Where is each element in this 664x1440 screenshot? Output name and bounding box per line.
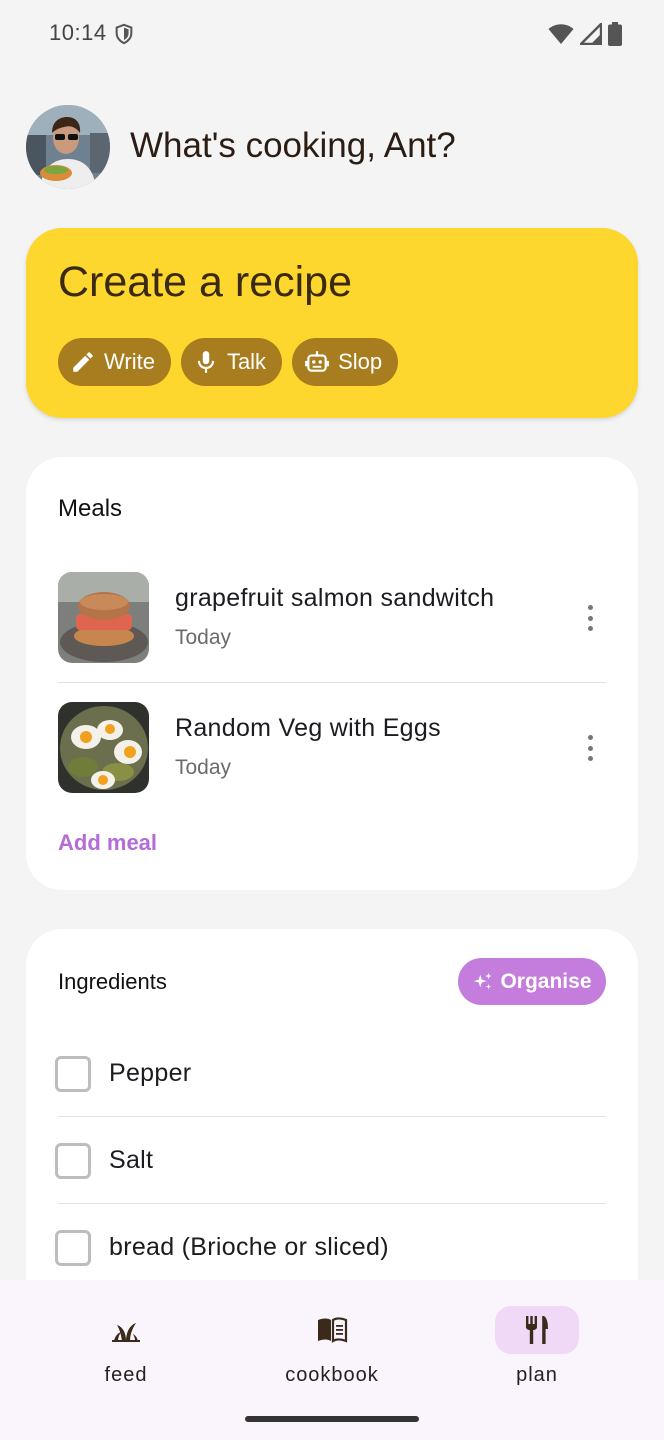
add-meal-button[interactable]: Add meal xyxy=(58,830,157,856)
ingredient-label: bread (Brioche or sliced) xyxy=(109,1233,389,1261)
create-recipe-title: Create a recipe xyxy=(58,258,352,306)
nav-feed-label: feed xyxy=(104,1364,148,1386)
slop-label: Slop xyxy=(338,349,383,374)
microphone-icon xyxy=(197,351,215,373)
meal-item[interactable]: grapefruit salmon sandwitch Today xyxy=(58,572,606,664)
ingredient-item[interactable]: Pepper xyxy=(54,1047,606,1107)
status-time: 10:14 xyxy=(49,20,107,45)
sparkle-icon xyxy=(474,972,493,989)
signal-icon xyxy=(580,23,602,45)
meal-name: grapefruit salmon sandwitch xyxy=(175,584,495,612)
status-bar: 10:14 xyxy=(0,0,664,68)
nav-plan-label: plan xyxy=(516,1364,558,1386)
app-screen: 10:14 What's cooking, Ant? Create a reci… xyxy=(0,0,664,1440)
divider xyxy=(58,682,606,683)
ingredient-label: Pepper xyxy=(109,1059,192,1087)
meals-heading: Meals xyxy=(58,495,123,522)
talk-button[interactable]: Talk xyxy=(180,338,283,386)
create-actions: Write Talk Slop xyxy=(58,338,399,386)
divider xyxy=(58,1116,606,1117)
fork-knife-icon xyxy=(526,1316,548,1344)
nav-plan-pill xyxy=(495,1306,579,1354)
ingredients-heading: Ingredients xyxy=(58,969,167,994)
sprout-icon xyxy=(112,1323,140,1342)
book-icon xyxy=(318,1317,348,1343)
pencil-icon xyxy=(73,352,93,372)
ingredient-checkbox[interactable] xyxy=(55,1056,91,1092)
avatar-photo xyxy=(26,105,110,189)
ingredient-item[interactable]: bread (Brioche or sliced) xyxy=(54,1221,606,1281)
nav-item-plan[interactable]: plan xyxy=(457,1306,617,1406)
meal-thumbnail xyxy=(58,572,149,663)
shield-icon xyxy=(115,23,133,45)
wifi-icon xyxy=(548,24,574,44)
organise-button[interactable]: Organise xyxy=(458,958,606,1005)
avatar[interactable] xyxy=(26,105,110,189)
nav-item-cookbook[interactable]: cookbook xyxy=(252,1306,412,1406)
meal-date: Today xyxy=(175,756,232,779)
meal-thumbnail xyxy=(58,702,149,793)
battery-icon xyxy=(608,22,622,46)
meal-item[interactable]: Random Veg with Eggs Today xyxy=(58,702,606,794)
meal-date: Today xyxy=(175,626,232,649)
slop-button[interactable]: Slop xyxy=(292,338,399,386)
meal-name: Random Veg with Eggs xyxy=(175,714,441,742)
ingredient-checkbox[interactable] xyxy=(55,1143,91,1179)
ingredient-item[interactable]: Salt xyxy=(54,1134,606,1194)
meals-card: Meals grapefruit salmon sandwitch Today xyxy=(26,457,638,890)
ingredient-label: Salt xyxy=(109,1146,154,1174)
nav-cookbook-label: cookbook xyxy=(285,1364,379,1386)
greeting-text: What's cooking, Ant? xyxy=(130,126,456,165)
write-button[interactable]: Write xyxy=(58,338,171,386)
more-options-icon[interactable] xyxy=(578,732,602,764)
nav-cookbook-pill xyxy=(290,1306,374,1354)
talk-label: Talk xyxy=(226,349,267,374)
nav-feed-pill xyxy=(84,1306,168,1354)
robot-icon xyxy=(305,351,329,372)
organise-label: Organise xyxy=(500,969,592,993)
nav-item-feed[interactable]: feed xyxy=(46,1306,206,1406)
status-icons xyxy=(548,22,622,46)
home-indicator[interactable] xyxy=(245,1416,419,1422)
divider xyxy=(58,1203,606,1204)
create-recipe-card[interactable]: Create a recipe Write Talk Slop xyxy=(26,228,638,418)
ingredient-checkbox[interactable] xyxy=(55,1230,91,1266)
more-options-icon[interactable] xyxy=(578,602,602,634)
write-label: Write xyxy=(104,349,155,374)
